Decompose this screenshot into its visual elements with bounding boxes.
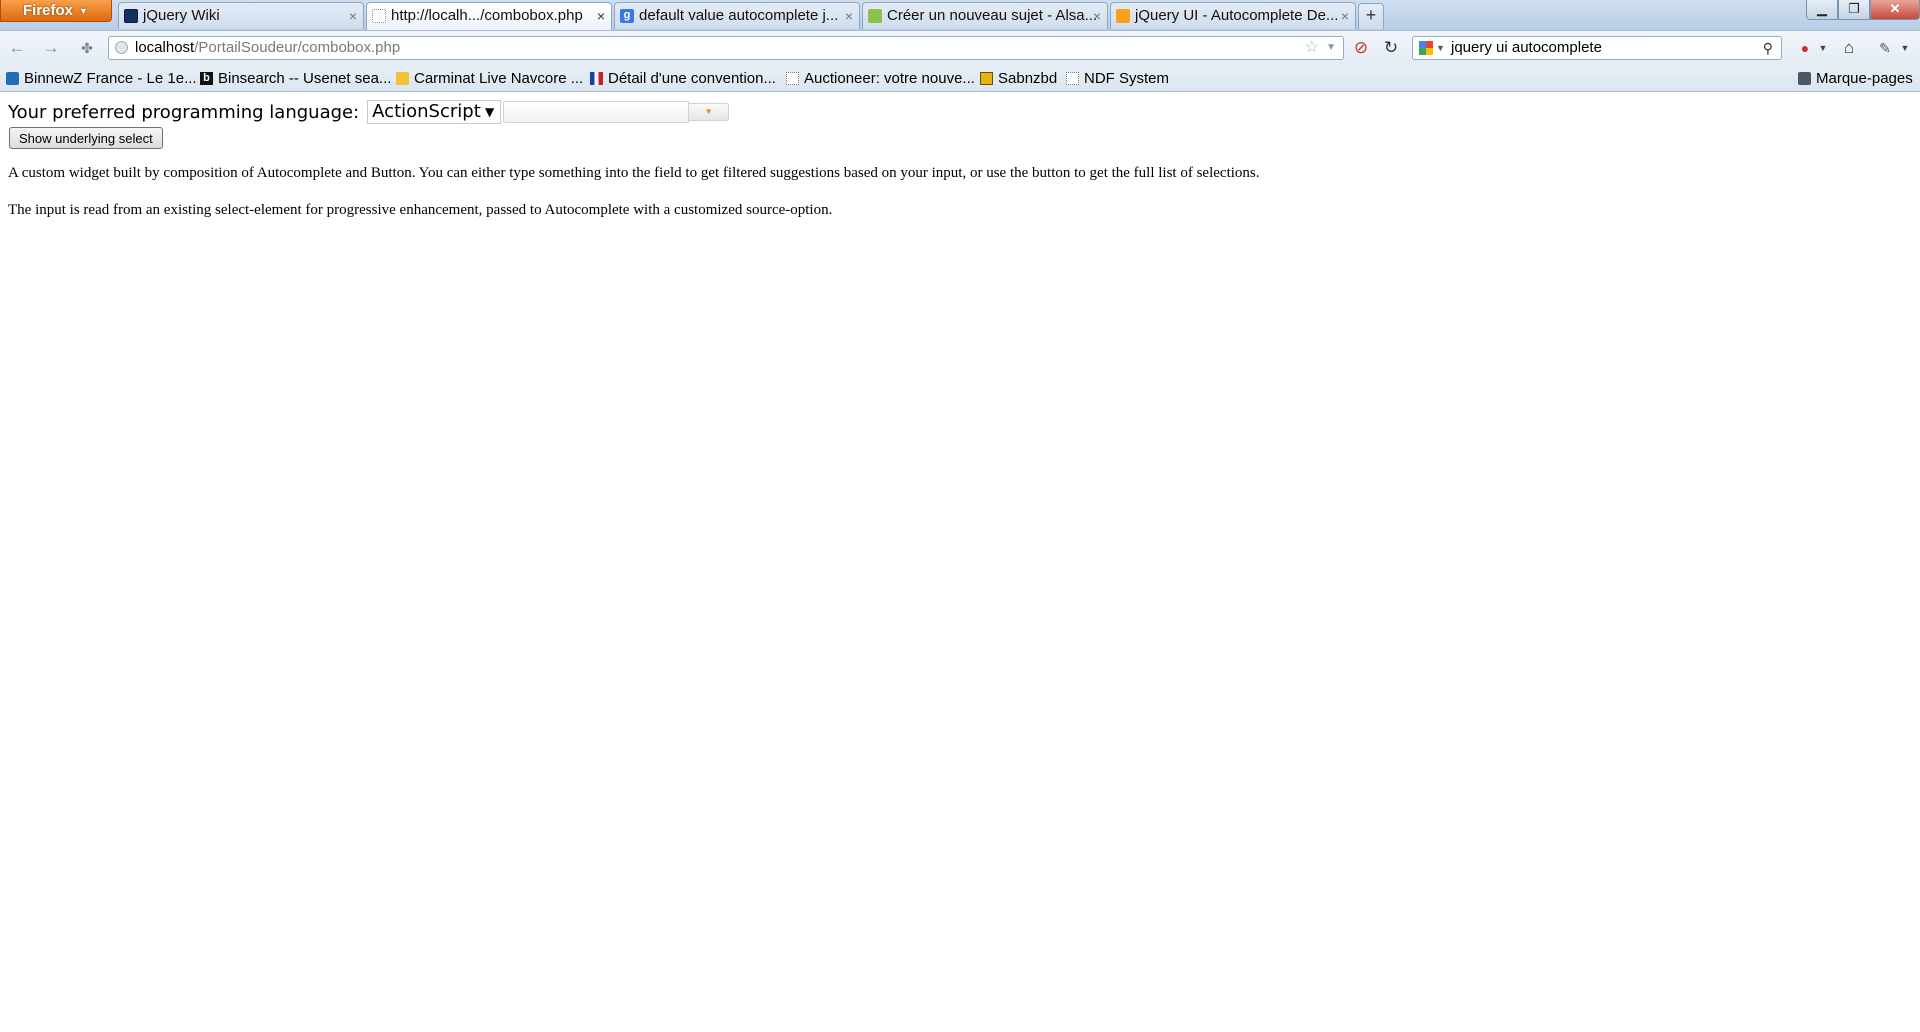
back-arrow-icon[interactable]: ← [6,37,28,59]
google-icon [1419,41,1433,55]
blank-page-icon [372,9,386,23]
restore-icon: ❐ [1848,1,1860,16]
close-tab-icon[interactable]: × [349,3,357,29]
home-icon[interactable]: ⌂ [1838,37,1860,59]
bookmark-label: NDF System [1084,70,1170,87]
extensions-icon[interactable]: ✎ [1874,37,1896,59]
tab-title: default value autocomplete j... [639,7,839,24]
folder-icon [396,72,409,85]
window-controls: ▁ ❐ ✕ [1806,0,1920,20]
forward-arrow-icon[interactable]: → [40,37,62,59]
chevron-down-icon[interactable]: ▼ [1894,37,1916,59]
chevron-down-icon: ▼ [79,6,88,16]
page-content: Your preferred programming language: Act… [0,92,1920,1032]
tab-title: jQuery UI - Autocomplete De... [1135,7,1339,24]
bookmarks-toolbar: BinnewZ France - Le 1e... b Binsearch --… [0,66,1920,92]
close-icon: ✕ [1889,1,1901,16]
dropdown-arrow-icon: ▼ [484,105,495,119]
selected-language: ActionScript [372,101,481,122]
bookmark-label: Carminat Live Navcore ... [414,70,584,87]
bookmark-detail-convention[interactable]: Détail d'une convention... [588,66,776,91]
tab-combobox[interactable]: http://localh.../combobox.php × [366,2,612,30]
url-bar[interactable]: localhost/PortailSoudeur/combobox.php ☆ … [108,36,1344,60]
tab-alsacreations[interactable]: Créer un nouveau sujet - Alsa... × [862,2,1108,29]
chevron-down-icon[interactable]: ▼ [1812,37,1834,59]
bookmark-auctioneer[interactable]: Auctioneer: votre nouve... [784,66,975,91]
bookmarks-menu-button[interactable]: Marque-pages [1796,66,1913,91]
bookmark-carminat[interactable]: Carminat Live Navcore ... [394,66,583,91]
bookmark-binsearch[interactable]: b Binsearch -- Usenet sea... [198,66,391,91]
url-path: /PortailSoudeur/combobox.php [194,39,401,56]
bookmark-star-icon[interactable]: ☆ [1305,37,1319,59]
stop-icon[interactable]: ⊘ [1350,37,1372,59]
show-underlying-select-button[interactable]: Show underlying select [9,127,163,149]
bookmarks-menu-label: Marque-pages [1816,70,1913,87]
navigation-toolbar: ← → ✤ localhost/PortailSoudeur/combobox.… [0,30,1920,66]
bookmark-label: BinnewZ France - Le 1e... [24,70,197,87]
chevron-down-icon[interactable]: ▼ [1436,37,1445,59]
maximize-button[interactable]: ❐ [1838,0,1870,20]
firefox-menu-button[interactable]: Firefox ▼ [0,0,112,22]
bookmark-label: Auctioneer: votre nouve... [804,70,975,87]
tab-title: jQuery Wiki [143,7,220,24]
identity-icon[interactable]: ✤ [76,37,98,59]
binsearch-icon: b [200,72,213,85]
tab-title: Créer un nouveau sujet - Alsa... [887,7,1098,24]
search-icon[interactable]: ⚲ [1763,37,1773,59]
language-row: Your preferred programming language: Act… [8,100,730,124]
alsacreations-icon [868,9,882,23]
close-tab-icon[interactable]: × [1093,3,1101,29]
tab-strip: jQuery Wiki × http://localh.../combobox.… [118,2,1384,30]
browser-title-bar: Firefox ▼ jQuery Wiki × http://localh.../… [0,0,1920,30]
new-tab-button[interactable]: + [1358,3,1384,29]
close-window-button[interactable]: ✕ [1870,0,1920,20]
bookmark-ndf-system[interactable]: NDF System [1064,66,1169,91]
combobox-toggle-button[interactable]: ▼ [689,103,730,121]
search-input[interactable]: jquery ui autocomplete [1451,39,1602,56]
sabnzbd-icon [980,72,993,85]
bookmark-sabnzbd[interactable]: Sabnzbd [978,66,1057,91]
close-tab-icon[interactable]: × [597,3,605,29]
tab-jquery-wiki[interactable]: jQuery Wiki × [118,2,364,29]
globe-icon [115,41,128,54]
chevron-down-icon[interactable]: ▼ [1326,37,1336,59]
minimize-button[interactable]: ▁ [1806,0,1838,20]
description-paragraph: A custom widget built by composition of … [8,165,1260,181]
reload-icon[interactable]: ↻ [1380,37,1402,59]
tab-title: http://localh.../combobox.php [391,7,583,24]
blank-page-icon [786,72,799,85]
bookmark-label: Détail d'une convention... [608,70,776,87]
combobox-input[interactable] [503,101,690,123]
language-select[interactable]: ActionScript ▼ [367,100,502,124]
url-host: localhost [135,39,195,56]
blank-page-icon [1066,72,1079,85]
bookmarks-star-icon [1798,72,1811,85]
french-flag-icon [590,72,603,85]
close-tab-icon[interactable]: × [845,3,853,29]
jquery-ui-icon [1116,9,1130,23]
description-paragraph: The input is read from an existing selec… [8,202,833,218]
jquery-icon [124,9,138,23]
google-icon: g [620,9,634,23]
search-bar[interactable]: ▼ jquery ui autocomplete ⚲ [1412,36,1782,60]
language-label: Your preferred programming language: [8,101,360,123]
tab-jquery-ui-autocomplete[interactable]: jQuery UI - Autocomplete De... × [1110,2,1356,29]
firefox-menu-label: Firefox [23,2,74,19]
close-tab-icon[interactable]: × [1341,3,1349,29]
bookmark-label: Sabnzbd [998,70,1058,87]
triangle-down-icon: ▼ [704,107,713,116]
bookmark-label: Binsearch -- Usenet sea... [218,70,392,87]
plus-icon: + [1365,5,1377,25]
binnewz-icon [6,72,19,85]
minimize-icon: ▁ [1817,1,1827,16]
tab-google-search[interactable]: g default value autocomplete j... × [614,2,860,29]
bookmark-binnewz[interactable]: BinnewZ France - Le 1e... [4,66,197,91]
